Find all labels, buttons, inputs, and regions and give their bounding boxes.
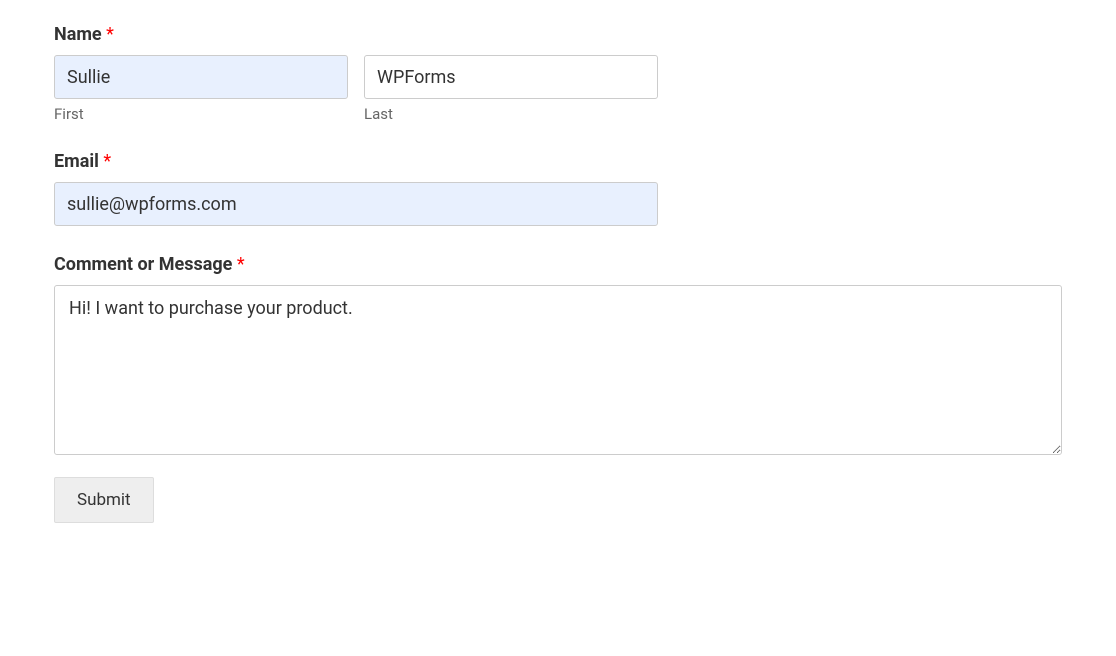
required-marker: *	[237, 254, 245, 275]
message-label: Comment or Message *	[54, 254, 1062, 275]
first-name-sublabel: First	[54, 105, 348, 123]
message-label-text: Comment or Message	[54, 254, 232, 275]
message-textarea[interactable]	[54, 285, 1062, 455]
last-name-input[interactable]	[364, 55, 658, 99]
name-label: Name *	[54, 24, 1062, 45]
email-label-text: Email	[54, 151, 99, 172]
message-field-group: Comment or Message *	[54, 254, 1062, 455]
name-field-group: Name * First Last	[54, 24, 1062, 123]
email-field-group: Email *	[54, 151, 1062, 226]
required-marker: *	[103, 151, 111, 172]
email-input[interactable]	[54, 182, 658, 226]
name-label-text: Name	[54, 24, 102, 45]
first-name-input[interactable]	[54, 55, 348, 99]
name-row: First Last	[54, 55, 1062, 123]
email-label: Email *	[54, 151, 1062, 172]
first-name-column: First	[54, 55, 348, 123]
last-name-column: Last	[364, 55, 658, 123]
submit-button[interactable]: Submit	[54, 477, 154, 523]
required-marker: *	[106, 24, 114, 45]
last-name-sublabel: Last	[364, 105, 658, 123]
